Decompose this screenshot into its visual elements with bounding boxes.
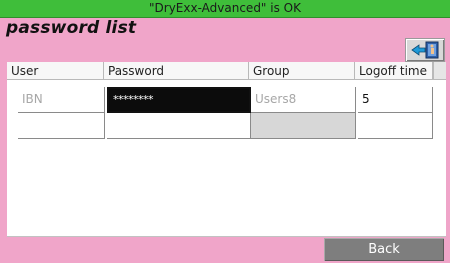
cell-group[interactable]: Users8 — [251, 87, 356, 113]
column-header-password[interactable]: Password — [104, 62, 249, 80]
hmi-screen: "DryExx-Advanced" is OK password list Us… — [0, 0, 450, 263]
exit-button[interactable] — [405, 38, 445, 62]
scrollbar-corner[interactable] — [433, 62, 446, 80]
column-header-group[interactable]: Group — [249, 62, 355, 80]
status-bar: "DryExx-Advanced" is OK — [0, 0, 450, 18]
column-header-logoff-time[interactable]: Logoff time — [355, 62, 433, 80]
cell-logoff-time[interactable] — [358, 113, 433, 139]
table-bottom-divider — [7, 236, 446, 237]
cell-user[interactable]: IBN — [18, 87, 105, 113]
page-title: password list — [6, 18, 137, 38]
cell-user[interactable] — [18, 113, 105, 139]
cell-logoff-time[interactable]: 5 — [358, 87, 433, 113]
exit-door-icon — [411, 41, 439, 59]
cell-password[interactable]: ******** — [107, 87, 251, 113]
back-button[interactable]: Back — [324, 238, 444, 261]
cell-password[interactable] — [107, 113, 251, 139]
column-header-user[interactable]: User — [7, 62, 104, 80]
cell-group — [251, 113, 356, 139]
